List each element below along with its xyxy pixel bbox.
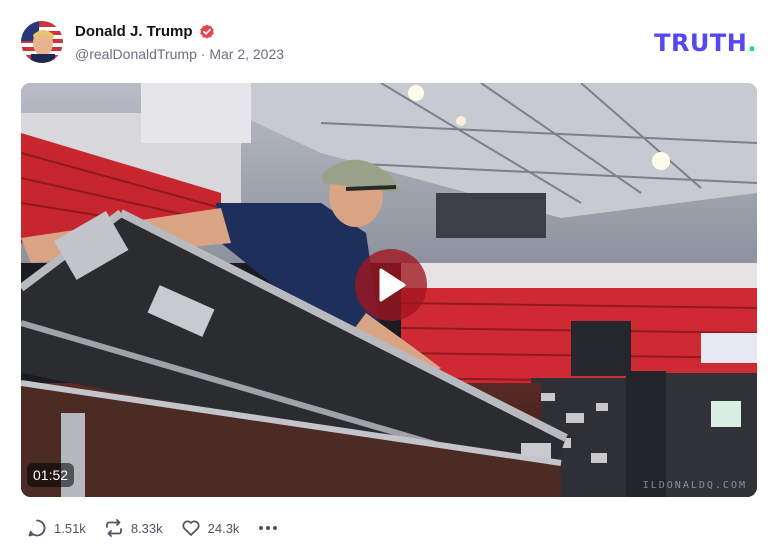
like-button[interactable]: 24.3k (181, 518, 240, 538)
author-row: Donald J. Trump (75, 23, 215, 40)
more-icon-dot (273, 526, 278, 530)
handle-row: @realDonaldTrump · Mar 2, 2023 (75, 46, 284, 62)
more-button[interactable] (257, 526, 279, 530)
reply-count: 1.51k (54, 520, 86, 536)
play-button[interactable] (355, 249, 427, 321)
reply-button[interactable]: 1.51k (27, 518, 86, 538)
meta-separator: · (200, 46, 206, 62)
author-handle[interactable]: @realDonaldTrump (75, 46, 197, 62)
retruth-button[interactable]: 8.33k (104, 518, 163, 538)
logo-text: TRUTH (654, 29, 748, 57)
video-player[interactable]: 01:52 ILDONALDQ.COM (21, 83, 757, 497)
avatar[interactable] (21, 21, 63, 63)
retruth-count: 8.33k (130, 520, 163, 536)
like-count: 24.3k (207, 520, 240, 536)
post-card: Donald J. Trump @realDonaldTrump · Mar 2… (0, 0, 778, 559)
video-watermark: ILDONALDQ.COM (642, 480, 747, 491)
truth-logo[interactable]: TRUTH. (654, 29, 757, 57)
video-duration: 01:52 (27, 463, 75, 487)
heart-icon (182, 520, 200, 536)
post-actions: 1.51k 8.33k 24.3k (27, 518, 279, 538)
reply-icon (28, 519, 46, 537)
verified-badge-icon (199, 24, 214, 39)
more-icon-dot (259, 526, 264, 530)
logo-dot: . (747, 29, 757, 57)
author-name[interactable]: Donald J. Trump (75, 23, 193, 40)
retruth-icon (105, 519, 122, 537)
post-date[interactable]: Mar 2, 2023 (209, 46, 284, 62)
more-icon-dot (266, 526, 271, 530)
play-icon (379, 268, 406, 302)
